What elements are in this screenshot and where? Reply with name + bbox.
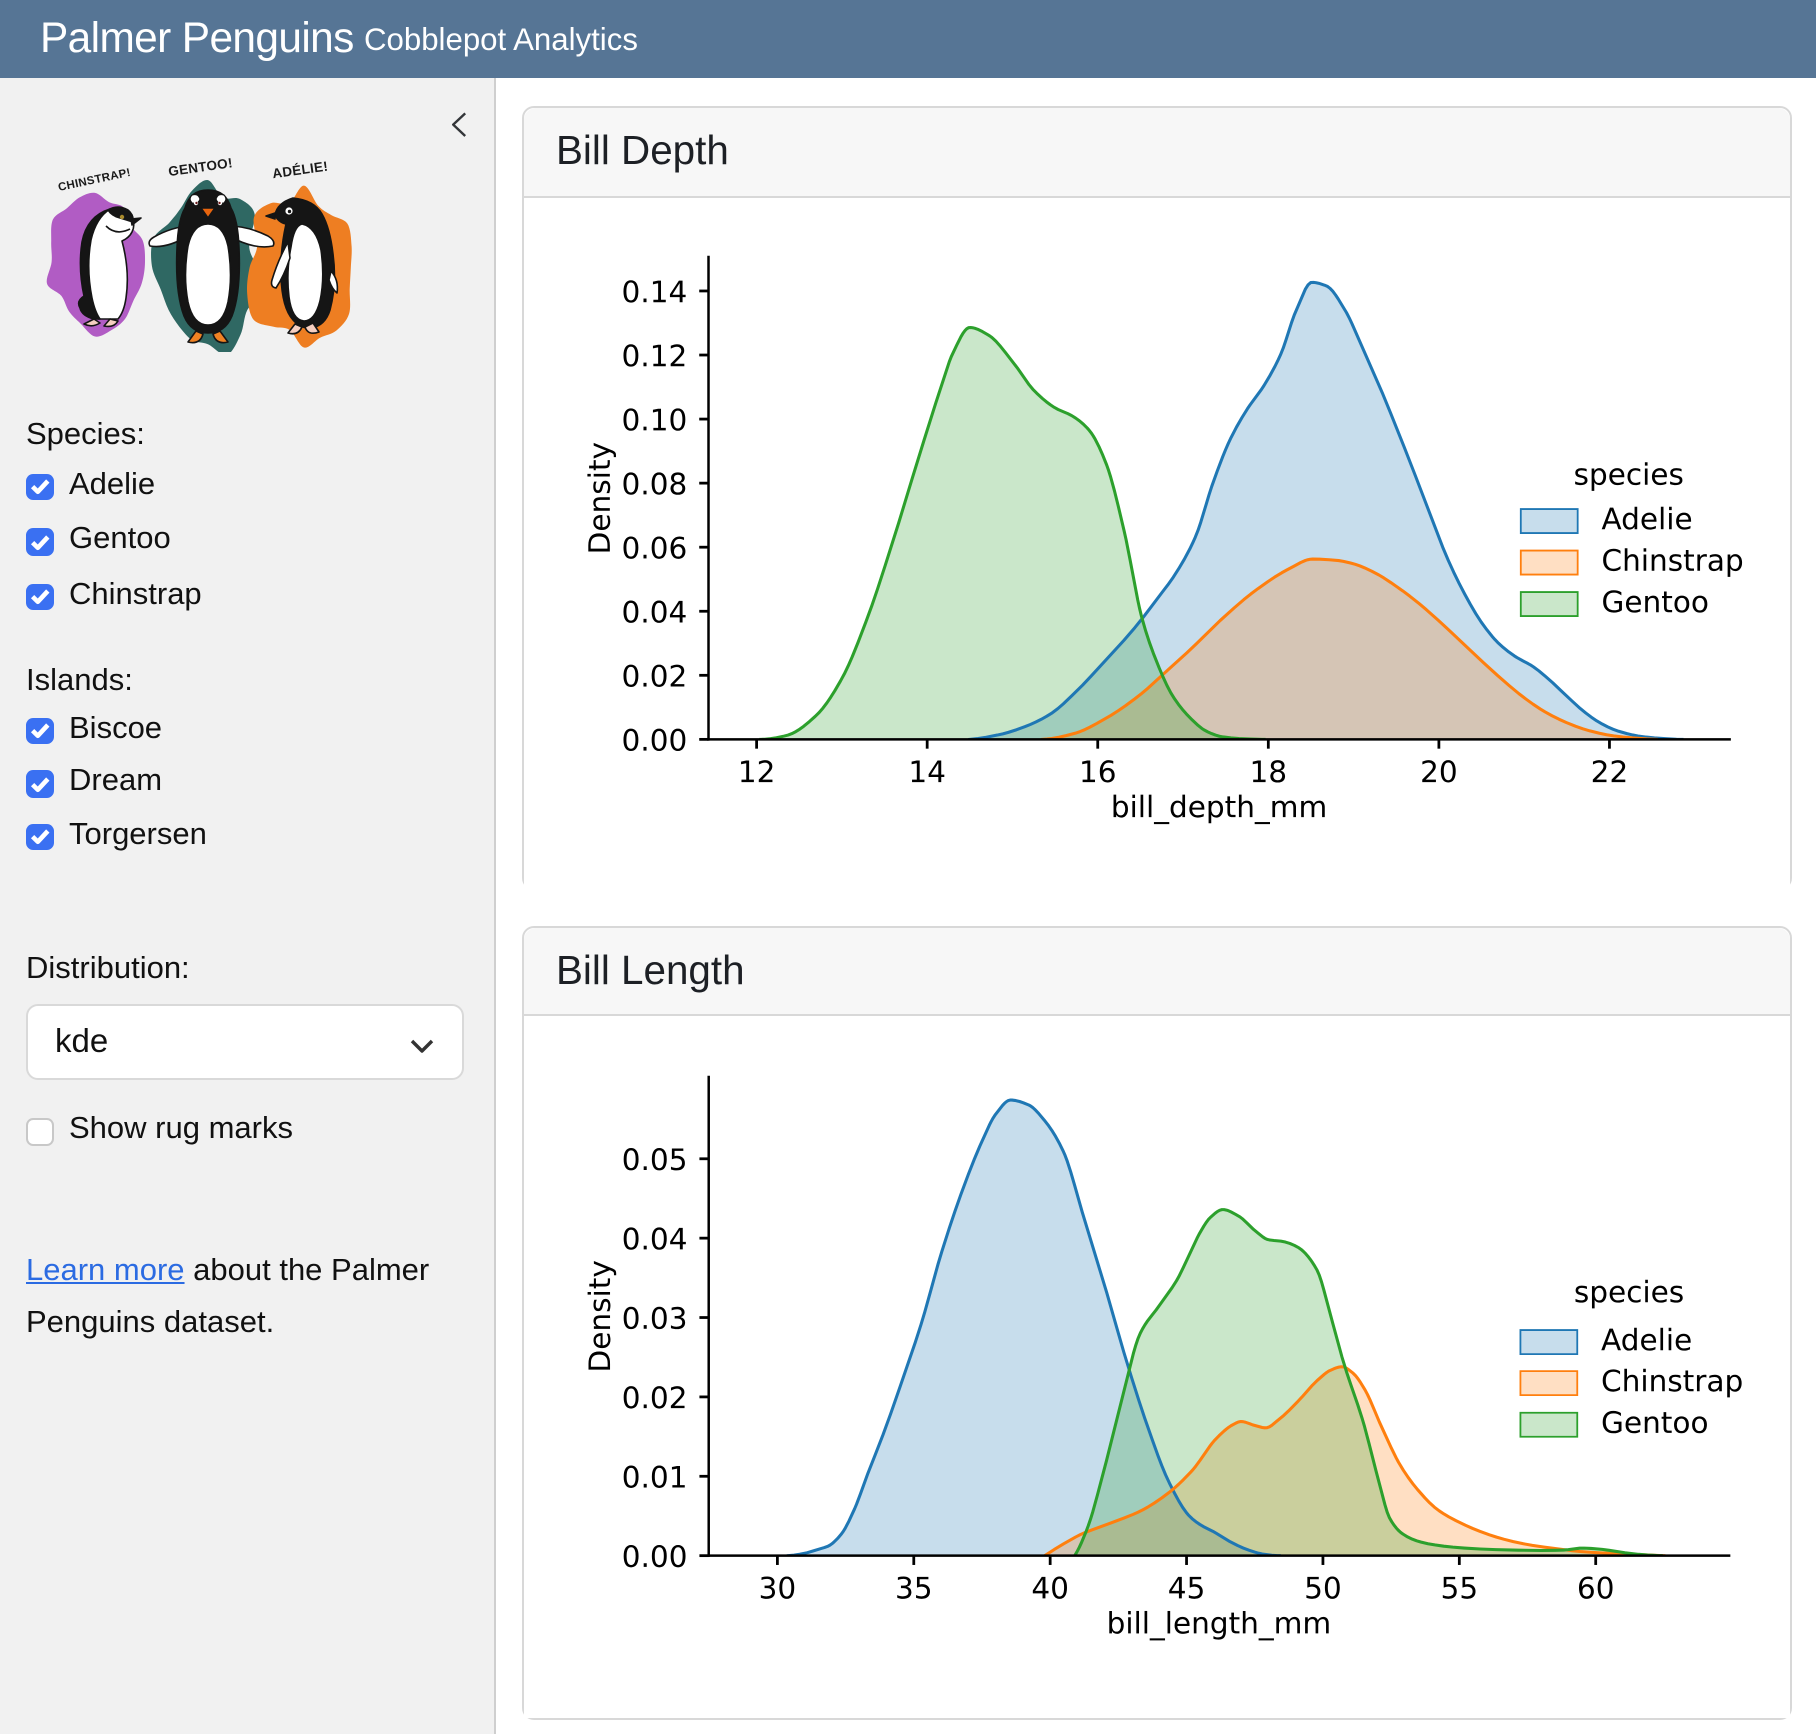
svg-text:GENTOO!: GENTOO!: [167, 156, 233, 179]
svg-text:CHINSTRAP!: CHINSTRAP!: [57, 167, 132, 194]
svg-text:ADÉLIE!: ADÉLIE!: [271, 159, 329, 182]
